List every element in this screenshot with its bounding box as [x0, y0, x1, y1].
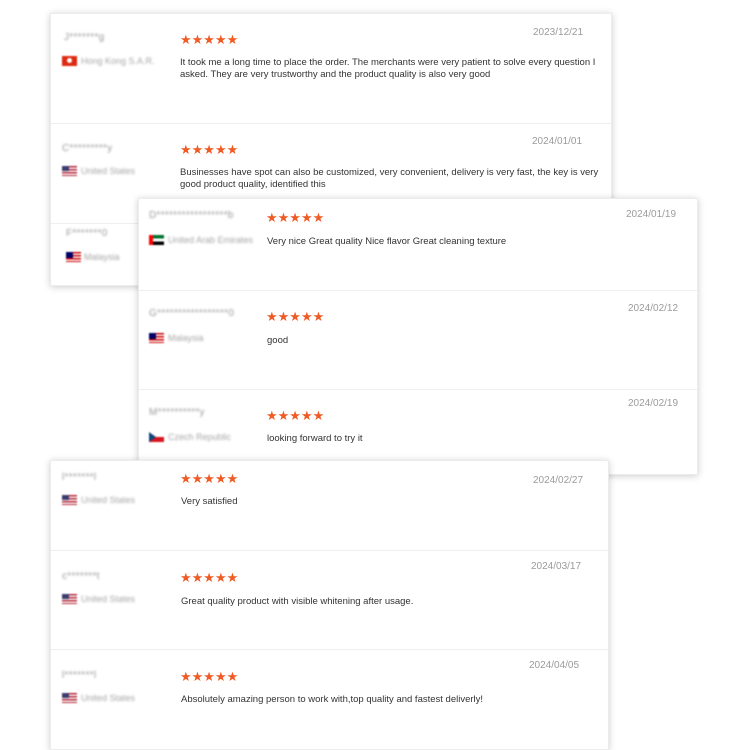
reviewer-country: United States [81, 166, 136, 176]
review-item: c*******t United States ★★★★★ 2024/03/17… [51, 551, 608, 650]
review-date: 2024/02/27 [533, 475, 584, 486]
czech-flag-icon [149, 432, 164, 442]
us-flag-icon [62, 693, 77, 703]
hong-kong-flag-icon [62, 56, 77, 66]
reviewer-country: Czech Republic [168, 432, 232, 442]
review-text: It took me a long time to place the orde… [180, 57, 596, 80]
reviewer-country: Malaysia [168, 333, 204, 343]
reviewer-name: C*********y [62, 143, 113, 154]
review-date: 2024/02/19 [628, 398, 679, 409]
rating-stars: ★★★★★ [180, 142, 239, 157]
reviewer-country: United States [81, 495, 136, 505]
review-card-3: l*******l United States ★★★★★ 2024/02/27… [50, 460, 609, 750]
reviewer-name: c*******t [62, 571, 100, 582]
reviewer-country: United States [81, 693, 136, 703]
rating-stars: ★★★★★ [266, 309, 325, 324]
us-flag-icon [62, 166, 77, 176]
rating-stars: ★★★★★ [180, 32, 239, 47]
reviewer-name: F*******0 [66, 228, 108, 239]
review-date: 2024/02/12 [628, 303, 679, 314]
uae-flag-icon [149, 235, 164, 245]
reviewer-name: D*****************b [149, 210, 234, 221]
review-item: D*****************b United Arab Emirates… [139, 199, 697, 291]
review-card-2: D*****************b United Arab Emirates… [138, 198, 698, 475]
review-item: l*******l United States ★★★★★ 2024/04/05… [51, 650, 608, 749]
reviewer-name: M**********y [149, 407, 205, 418]
reviewer-country: United States [81, 594, 136, 604]
rating-stars: ★★★★★ [266, 408, 325, 423]
review-item: J*******g Hong Kong S.A.R. ★★★★★ 2023/12… [51, 14, 611, 124]
malaysia-flag-icon [149, 333, 164, 343]
review-item: l*******l United States ★★★★★ 2024/02/27… [51, 461, 608, 551]
review-item: G*****************0 Malaysia ★★★★★ 2024/… [139, 291, 697, 390]
review-date: 2024/01/19 [626, 209, 677, 220]
review-date: 2024/03/17 [531, 561, 582, 572]
reviewer-name: J*******g [64, 32, 105, 43]
reviewer-country: United Arab Emirates [168, 235, 254, 245]
reviewer-name: l*******l [62, 670, 97, 681]
malaysia-flag-icon [66, 252, 81, 262]
rating-stars: ★★★★★ [180, 471, 239, 486]
review-text: Absolutely amazing person to work with,t… [181, 694, 484, 705]
reviewer-name: l*******l [62, 472, 97, 483]
review-text: Very nice Great quality Nice flavor Grea… [267, 236, 507, 247]
review-text: good [267, 335, 289, 346]
review-date: 2023/12/21 [533, 27, 584, 38]
review-date: 2024/04/05 [529, 660, 580, 671]
us-flag-icon [62, 594, 77, 604]
reviewer-name: G*****************0 [149, 308, 235, 319]
review-text: Very satisfied [181, 496, 238, 507]
review-text: looking forward to try it [267, 433, 363, 444]
review-text: Businesses have spot can also be customi… [180, 167, 599, 190]
review-text: Great quality product with visible white… [181, 596, 414, 607]
reviewer-country: Malaysia [84, 252, 120, 262]
rating-stars: ★★★★★ [180, 570, 239, 585]
us-flag-icon [62, 495, 77, 505]
reviewer-country: Hong Kong S.A.R. [81, 56, 155, 66]
review-date: 2024/01/01 [532, 136, 583, 147]
rating-stars: ★★★★★ [180, 669, 239, 684]
rating-stars: ★★★★★ [266, 210, 325, 225]
